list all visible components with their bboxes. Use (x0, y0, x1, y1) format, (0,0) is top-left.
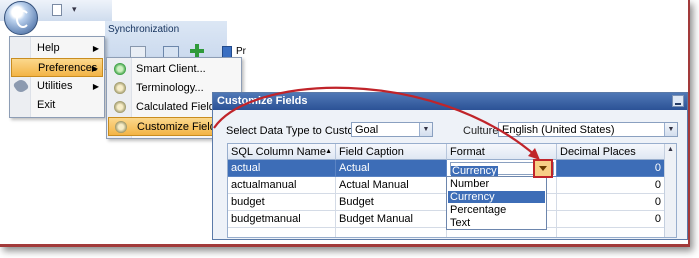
screenshot-frame: ▾ Synchronization Pr Help ▶ Preferences … (0, 0, 690, 247)
annotation-arrow (213, 86, 540, 160)
